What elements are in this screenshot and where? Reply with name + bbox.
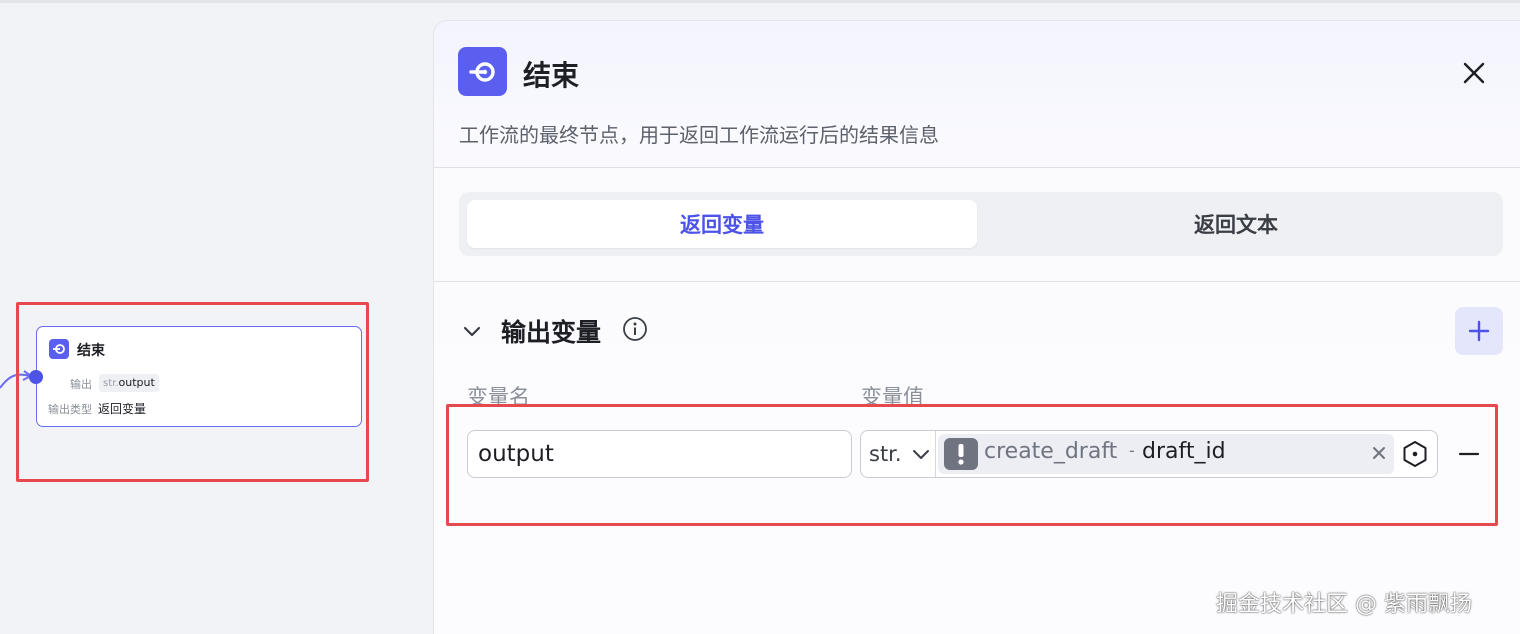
end-node-icon <box>49 339 69 359</box>
node-output-tag: str.output <box>99 374 159 392</box>
watermark: 掘金技术社区 @ 紫雨飘扬 <box>1216 592 1472 617</box>
highlight-box-variable-row <box>446 404 1498 526</box>
node-output-type: str. <box>103 378 119 389</box>
end-node-card[interactable]: 结束 输出 str.output 输出类型 返回变量 <box>36 326 362 427</box>
header-divider <box>434 167 1520 168</box>
node-config-panel: 结束 工作流的最终节点，用于返回工作流运行后的结果信息 返回变量 返回文本 输出… <box>433 20 1520 634</box>
panel-title: 结束 <box>523 59 580 92</box>
node-output-kind-value: 返回变量 <box>98 402 147 416</box>
output-mode-tabs: 返回变量 返回文本 <box>459 192 1503 256</box>
tabs-divider <box>434 281 1520 282</box>
end-node-icon <box>458 47 507 96</box>
tab-return-text[interactable]: 返回文本 <box>981 200 1491 248</box>
add-variable-button[interactable] <box>1455 307 1503 355</box>
node-output-name: output <box>118 376 155 389</box>
panel-description: 工作流的最终节点，用于返回工作流运行后的结果信息 <box>459 123 939 147</box>
top-divider <box>0 0 1520 3</box>
plus-icon <box>1468 320 1490 342</box>
tab-return-variable[interactable]: 返回变量 <box>467 200 977 248</box>
section-title: 输出变量 <box>501 318 602 347</box>
node-title: 结束 <box>77 343 105 359</box>
chevron-down-icon[interactable] <box>462 321 482 341</box>
node-input-handle[interactable] <box>29 370 43 384</box>
close-icon <box>1463 62 1485 84</box>
node-output-label: 输出 <box>70 378 92 391</box>
info-icon[interactable] <box>622 316 648 342</box>
node-output-kind-label: 输出类型 <box>48 403 92 416</box>
close-button[interactable] <box>1456 55 1492 91</box>
